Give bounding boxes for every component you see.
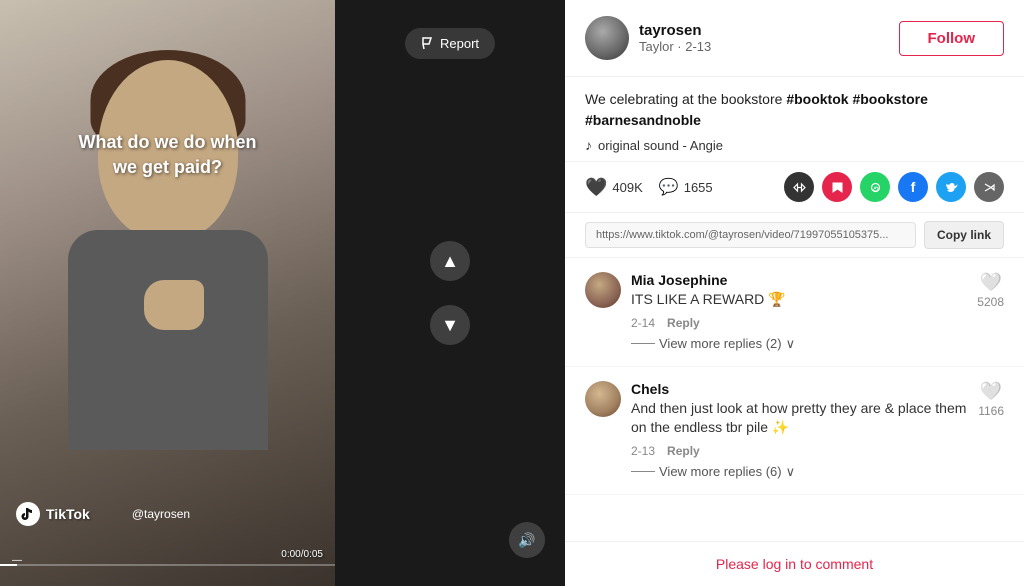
person-body	[68, 230, 268, 450]
twitter-button[interactable]	[936, 172, 966, 202]
video-progress-bar[interactable]	[0, 564, 335, 566]
whatsapp-button[interactable]	[860, 172, 890, 202]
save-button[interactable]	[822, 172, 852, 202]
comment-like-count-2: 1166	[978, 404, 1004, 418]
view-replies-line-2	[631, 471, 655, 472]
view-replies-line	[631, 343, 655, 344]
view-replies-2[interactable]: View more replies (6) ∨	[631, 464, 968, 480]
right-panel: tayrosen Taylor · 2-13 Follow We celebra…	[565, 0, 1024, 586]
view-replies-1[interactable]: View more replies (2) ∨	[631, 336, 967, 352]
share-icons: f	[784, 172, 1004, 202]
comment-avatar-1[interactable]	[585, 272, 621, 308]
post-header: tayrosen Taylor · 2-13 Follow	[565, 0, 1024, 77]
person-hand	[144, 280, 204, 330]
caption-text: We celebrating at the bookstore #booktok…	[585, 89, 1004, 131]
login-footer: Please log in to comment	[565, 541, 1024, 586]
sound-name: original sound - Angie	[598, 138, 723, 153]
hashtag-2[interactable]: #bookstore	[852, 91, 927, 107]
hashtag-1[interactable]: #booktok	[786, 91, 848, 107]
like-count: 409K	[612, 180, 642, 195]
tiktok-handle: TikTok	[46, 506, 90, 522]
nav-down-button[interactable]: ▼	[430, 305, 470, 345]
comment-like-1[interactable]: 🤍 5208	[977, 272, 1004, 352]
video-time: 0:00/0:05	[281, 549, 323, 560]
middle-panel: Report ▲ ▼ 🔊	[335, 0, 565, 586]
tiktok-branding: TikTok @tayrosen	[16, 502, 190, 526]
video-left-bar: —	[12, 555, 22, 566]
video-handle: @tayrosen	[132, 507, 190, 521]
user-details: tayrosen Taylor · 2-13	[639, 22, 711, 54]
comment-text-2: And then just look at how pretty they ar…	[631, 399, 968, 438]
report-button[interactable]: Report	[405, 28, 495, 59]
comment-reply-1[interactable]: Reply	[667, 316, 700, 330]
comment-body-2: Chels And then just look at how pretty t…	[631, 381, 968, 480]
user-subtitle: Taylor · 2-13	[639, 39, 711, 54]
heart-icon: 🖤	[585, 177, 607, 198]
comment-heart-icon-2: 🤍	[980, 381, 1002, 402]
comment-username-1[interactable]: Mia Josephine	[631, 272, 967, 288]
comment-icon: 💬	[659, 177, 679, 197]
comment-item: Mia Josephine ITS LIKE A REWARD 🏆 2-14 R…	[565, 258, 1024, 367]
link-bar: https://www.tiktok.com/@tayrosen/video/7…	[565, 213, 1024, 258]
embed-button[interactable]	[784, 172, 814, 202]
nav-up-button[interactable]: ▲	[430, 241, 470, 281]
comment-action[interactable]: 💬 1655	[659, 177, 713, 197]
tiktok-logo	[16, 502, 40, 526]
comment-body-1: Mia Josephine ITS LIKE A REWARD 🏆 2-14 R…	[631, 272, 967, 352]
caption-section: We celebrating at the bookstore #booktok…	[565, 77, 1024, 162]
comment-date-2: 2-13	[631, 444, 655, 458]
video-url: https://www.tiktok.com/@tayrosen/video/7…	[585, 222, 916, 248]
username[interactable]: tayrosen	[639, 22, 711, 39]
hashtag-3[interactable]: #barnesandnoble	[585, 112, 701, 128]
follow-button[interactable]: Follow	[899, 21, 1005, 56]
copy-link-button[interactable]: Copy link	[924, 221, 1004, 249]
comment-item-2: Chels And then just look at how pretty t…	[565, 367, 1024, 495]
user-info: tayrosen Taylor · 2-13	[585, 16, 711, 60]
comment-date-1: 2-14	[631, 316, 655, 330]
volume-button[interactable]: 🔊	[509, 522, 545, 558]
comment-heart-icon-1: 🤍	[979, 272, 1001, 293]
comment-meta-2: 2-13 Reply	[631, 444, 968, 458]
action-bar: 🖤 409K 💬 1655	[565, 162, 1024, 213]
comment-like-count-1: 5208	[977, 295, 1004, 309]
facebook-button[interactable]: f	[898, 172, 928, 202]
comment-meta-1: 2-14 Reply	[631, 316, 967, 330]
comments-section: Mia Josephine ITS LIKE A REWARD 🏆 2-14 R…	[565, 258, 1024, 541]
music-note-icon: ♪	[585, 137, 592, 153]
sound-info[interactable]: ♪ original sound - Angie	[585, 137, 1004, 153]
comment-count: 1655	[684, 180, 713, 195]
action-left: 🖤 409K 💬 1655	[585, 177, 713, 198]
comment-avatar-2[interactable]	[585, 381, 621, 417]
comment-username-2[interactable]: Chels	[631, 381, 968, 397]
caption-plain: We celebrating at the bookstore	[585, 91, 786, 107]
comment-like-2[interactable]: 🤍 1166	[978, 381, 1004, 480]
comment-text-1: ITS LIKE A REWARD 🏆	[631, 290, 967, 310]
video-panel: What do we do when we get paid? TikTok @…	[0, 0, 335, 586]
video-overlay-text: What do we do when we get paid?	[68, 130, 268, 180]
comment-reply-2[interactable]: Reply	[667, 444, 700, 458]
login-prompt[interactable]: Please log in to comment	[585, 556, 1004, 572]
avatar-image	[585, 16, 629, 60]
like-action[interactable]: 🖤 409K	[585, 177, 643, 198]
more-share-button[interactable]	[974, 172, 1004, 202]
avatar[interactable]	[585, 16, 629, 60]
